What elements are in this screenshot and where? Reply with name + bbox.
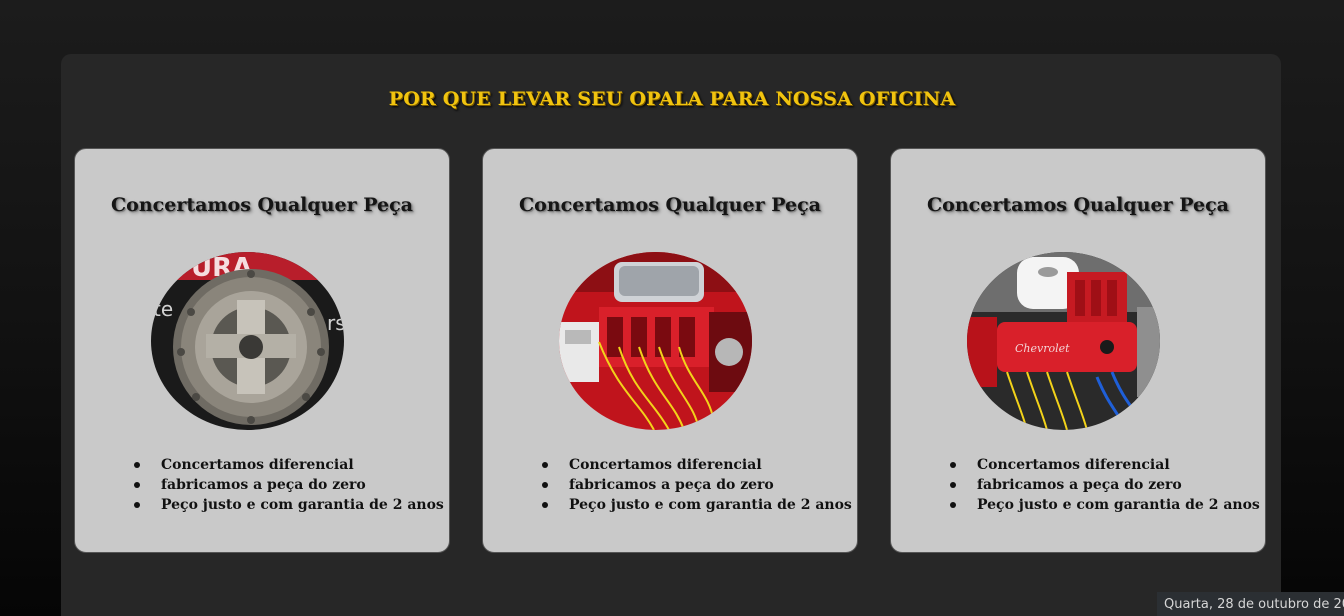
list-item: Peço justo e com garantia de 2 anos (542, 495, 852, 515)
list-item: fabricamos a peça do zero (950, 475, 1260, 495)
feature-card-engine: Concertamos Qualquer Peça Concertamos di… (482, 148, 858, 553)
red-engine-photo (559, 252, 752, 430)
date-label: Quarta, 28 de outubro de 2020 (1157, 592, 1344, 616)
card-title: Concertamos Qualquer Peça (111, 194, 413, 216)
svg-text:rs: rs (327, 311, 344, 335)
chevrolet-engine-photo: Chevrolet (967, 252, 1160, 430)
list-item: fabricamos a peça do zero (542, 475, 852, 495)
card-title: Concertamos Qualquer Peça (927, 194, 1229, 216)
list-item: Concertamos diferencial (134, 455, 444, 475)
list-item: fabricamos a peça do zero (134, 475, 444, 495)
list-item: Concertamos diferencial (950, 455, 1260, 475)
card-title: Concertamos Qualquer Peça (519, 194, 821, 216)
svg-text:te: te (153, 297, 173, 321)
feature-card-differential: Concertamos Qualquer Peça URA te rs Conc… (74, 148, 450, 553)
list-item: Concertamos diferencial (542, 455, 852, 475)
list-item: Peço justo e com garantia de 2 anos (950, 495, 1260, 515)
differential-gear-photo: URA te rs (151, 252, 344, 430)
feature-card-chevrolet-engine: Concertamos Qualquer Peça Chevrolet Conc… (890, 148, 1266, 553)
svg-text:Chevrolet: Chevrolet (1015, 342, 1070, 355)
feature-list: Concertamos diferencial fabricamos a peç… (950, 455, 1260, 515)
section-title: POR QUE LEVAR SEU OPALA PARA NOSSA OFICI… (388, 88, 956, 110)
feature-list: Concertamos diferencial fabricamos a peç… (542, 455, 852, 515)
list-item: Peço justo e com garantia de 2 anos (134, 495, 444, 515)
feature-list: Concertamos diferencial fabricamos a peç… (134, 455, 444, 515)
